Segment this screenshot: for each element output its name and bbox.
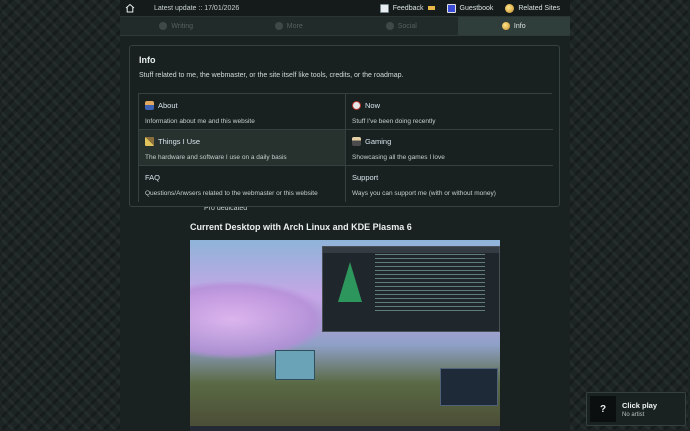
info-icon (501, 22, 510, 30)
music-player-widget[interactable]: ? Click play No artist (586, 392, 686, 426)
guestbook-icon (446, 3, 456, 13)
item-description: Stuff I've been doing recently (352, 118, 436, 125)
tab-label: Social (397, 22, 417, 30)
info-links-grid: About Information about me and this webs… (138, 93, 553, 202)
train-art (275, 350, 315, 380)
feedback-tag-icon (427, 6, 435, 10)
article-heading: Current Desktop with Arch Linux and KDE … (190, 222, 412, 232)
related-sites-label: Related Sites (518, 4, 560, 12)
social-icon (385, 22, 394, 30)
tab-info[interactable]: Info (457, 17, 570, 35)
info-item-about[interactable]: About Information about me and this webs… (139, 94, 346, 130)
guestbook-link[interactable]: Guestbook (446, 3, 494, 13)
latest-update-text: Latest update :: 17/01/2026 (154, 4, 240, 12)
panel-title: Info (139, 55, 156, 65)
track-artist: No artist (622, 411, 645, 418)
more-icon (274, 22, 283, 30)
panel-description: Stuff related to me, the webmaster, or t… (139, 72, 404, 79)
item-description: Questions/Anwsers related to the webmast… (145, 190, 318, 197)
taskbar-art (190, 426, 500, 431)
person-icon (145, 100, 154, 110)
alarm-clock-icon (352, 100, 361, 110)
tab-label: Writing (171, 22, 194, 30)
feedback-label: Feedback (392, 4, 424, 12)
info-item-things-i-use[interactable]: Things I Use The hardware and software I… (139, 130, 346, 166)
item-label: FAQ (145, 172, 161, 182)
info-item-now[interactable]: Now Stuff I've been doing recently (346, 94, 553, 130)
nav-tabs: Writing More Social Info (120, 17, 570, 36)
tab-label: More (286, 22, 303, 30)
media-player-art (440, 368, 498, 406)
writing-icon (159, 22, 168, 30)
info-item-support[interactable]: Support Ways you can support me (with or… (346, 166, 553, 202)
feedback-icon (379, 3, 389, 13)
home-button[interactable] (120, 0, 140, 17)
gamer-icon (352, 136, 361, 146)
track-title: Click play (622, 400, 658, 410)
info-item-faq[interactable]: FAQ Questions/Anwsers related to the web… (139, 166, 346, 202)
guestbook-label: Guestbook (459, 4, 494, 12)
feedback-link[interactable]: Feedback (379, 3, 435, 13)
blossom-tree-art (190, 280, 330, 360)
tools-icon (145, 136, 154, 146)
item-label: Things I Use (158, 136, 201, 146)
home-icon (125, 3, 135, 13)
arch-logo-art (338, 262, 362, 302)
desktop-screenshot-image (190, 240, 500, 431)
item-label: Support (352, 172, 379, 182)
related-sites-link[interactable]: Related Sites (505, 3, 560, 13)
tab-more[interactable]: More (233, 17, 346, 35)
item-description: The hardware and software I use on a dai… (145, 154, 287, 161)
top-bar: Latest update :: 17/01/2026 Feedback Gue… (120, 0, 570, 17)
tab-writing[interactable]: Writing (120, 17, 233, 35)
info-item-gaming[interactable]: Gaming Showcasing all the games I love (346, 130, 553, 166)
item-label: About (158, 100, 178, 110)
tab-label: Info (513, 22, 526, 30)
terminal-output-art (375, 254, 485, 314)
album-art-placeholder[interactable]: ? (590, 396, 616, 422)
item-label: Gaming (365, 136, 392, 146)
item-description: Information about me and this website (145, 118, 255, 125)
item-description: Ways you can support me (with or without… (352, 190, 496, 197)
item-label: Now (365, 100, 381, 110)
info-dropdown-panel: Info Stuff related to me, the webmaster,… (129, 45, 560, 207)
item-description: Showcasing all the games I love (352, 154, 445, 161)
globe-icon (505, 3, 515, 13)
tab-social[interactable]: Social (345, 17, 458, 35)
